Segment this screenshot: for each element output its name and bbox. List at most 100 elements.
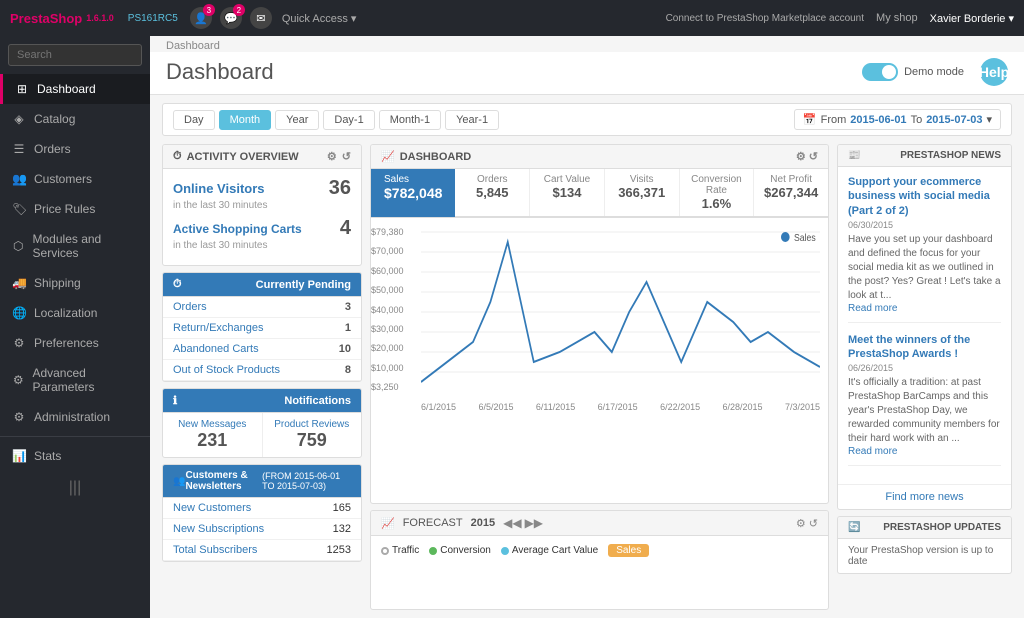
chart-header-label: DASHBOARD (400, 151, 472, 163)
date-tab-month-1[interactable]: Month-1 (379, 110, 441, 130)
news-article-1-readmore[interactable]: Read more (848, 303, 897, 314)
notifications-grid: New Messages 231 Product Reviews 759 (163, 413, 361, 457)
instance-label: PS161RC5 (128, 13, 178, 24)
modules-icon: ⬡ (12, 239, 25, 253)
new-customers-link[interactable]: New Customers (173, 502, 251, 514)
activity-refresh-icon[interactable]: ↺ (342, 150, 351, 163)
chart-refresh-icon[interactable]: ↺ (809, 151, 818, 163)
news-article-2-text: It's officially a tradition: at past Pre… (848, 376, 1001, 446)
connect-marketplace-link[interactable]: Connect to PrestaShop Marketplace accoun… (666, 13, 864, 24)
news-article-2-title[interactable]: Meet the winners of the PrestaShop Award… (848, 333, 1001, 362)
demo-mode-switch[interactable] (862, 63, 898, 81)
messages-icon[interactable]: 💬2 (220, 7, 242, 29)
pending-panel-header: ⏱ Currently Pending (163, 273, 361, 297)
sidebar-item-price-rules[interactable]: 🏷 Price Rules (0, 194, 150, 224)
date-tab-year[interactable]: Year (275, 110, 319, 130)
activity-stats: Online Visitors 36 in the last 30 minute… (163, 169, 361, 265)
date-tab-month[interactable]: Month (219, 110, 272, 130)
date-tab-year-1[interactable]: Year-1 (445, 110, 499, 130)
sidebar-item-customers[interactable]: 👥 Customers (0, 164, 150, 194)
metric-net-profit: Net Profit $267,344 (754, 169, 828, 216)
customers-panel-header: 👥 Customers & Newsletters (FROM 2015-06-… (163, 465, 361, 498)
product-reviews-link[interactable]: Product Reviews (267, 419, 358, 430)
chart-gear-icon[interactable]: ⚙ (796, 151, 806, 163)
x-label-2: 6/5/2015 (478, 402, 513, 412)
date-tab-day-1[interactable]: Day-1 (323, 110, 374, 130)
pending-returns-link[interactable]: Return/Exchanges (173, 322, 264, 334)
total-subscribers-link[interactable]: Total Subscribers (173, 544, 257, 556)
conversion-label: Conversion (440, 545, 491, 556)
my-shop-link[interactable]: My shop (876, 12, 918, 24)
forecast-refresh-icon[interactable]: ↺ (809, 518, 818, 530)
columns: ⏱ ACTIVITY OVERVIEW ⚙ ↺ Online (162, 144, 1012, 610)
forecast-next-icon[interactable]: ▶▶ (525, 516, 543, 530)
chart-metrics: Orders 5,845 Cart Value $134 Visits 366,… (455, 169, 828, 217)
date-range-picker[interactable]: 📅 From 2015-06-01 To 2015-07-03 ▾ (794, 109, 1001, 130)
info-icon: ℹ (173, 394, 177, 407)
search-input[interactable] (8, 44, 142, 66)
middle-column: 📈 DASHBOARD ⚙ ↺ Sales $782,048 (370, 144, 829, 610)
email-icon[interactable]: ✉ (250, 7, 272, 29)
sidebar-item-catalog[interactable]: ◈ Catalog (0, 104, 150, 134)
online-visitors-label[interactable]: Online Visitors (173, 181, 265, 196)
sidebar-item-dashboard[interactable]: ⊞ Dashboard (0, 74, 150, 104)
chart-tab-sales[interactable]: Sales $782,048 (371, 169, 455, 217)
orders-icon[interactable]: 👤3 (190, 7, 212, 29)
logo-shop: Shop (50, 11, 83, 26)
new-messages-link[interactable]: New Messages (167, 419, 258, 430)
new-customers-value: 165 (333, 502, 351, 514)
shopping-carts-label[interactable]: Active Shopping Carts (173, 222, 302, 236)
sidebar-item-modules[interactable]: ⬡ Modules and Services (0, 224, 150, 268)
customers-icon: 👥 (12, 172, 26, 186)
new-messages-cell: New Messages 231 (163, 413, 263, 457)
help-button[interactable]: Help (980, 58, 1008, 86)
sidebar-item-preferences[interactable]: ⚙ Preferences (0, 328, 150, 358)
main-layout: ⊞ Dashboard ◈ Catalog ☰ Orders 👥 Custome… (0, 36, 1024, 618)
dropdown-icon: ▾ (986, 113, 992, 126)
news-article-2-readmore[interactable]: Read more (848, 446, 897, 457)
price-rules-icon: 🏷 (12, 202, 26, 216)
sidebar-label-localization: Localization (34, 306, 97, 320)
pending-orders-link[interactable]: Orders (173, 301, 207, 313)
pending-abandoned-link[interactable]: Abandoned Carts (173, 343, 259, 355)
date-from-label: From (821, 114, 847, 126)
new-subscriptions-link[interactable]: New Subscriptions (173, 523, 264, 535)
sidebar-item-localization[interactable]: 🌐 Localization (0, 298, 150, 328)
new-subscriptions-item: New Subscriptions 132 (163, 519, 361, 540)
sidebar-label-preferences: Preferences (34, 336, 99, 350)
date-tab-day[interactable]: Day (173, 110, 215, 130)
forecast-gear-icon[interactable]: ⚙ (796, 518, 806, 530)
updates-header-label: PRESTASHOP UPDATES (883, 522, 1001, 533)
x-label-7: 7/3/2015 (785, 402, 820, 412)
legend-avg-cart: Average Cart Value (501, 545, 598, 556)
user-menu[interactable]: Xavier Borderie ▾ (930, 12, 1014, 25)
updates-panel-header: 🔄 PRESTASHOP UPDATES (838, 517, 1011, 539)
catalog-icon: ◈ (12, 112, 26, 126)
quick-access-menu[interactable]: Quick Access ▾ (282, 12, 357, 25)
updates-content: Your PrestaShop version is up to date (838, 539, 1011, 573)
forecast-prev-icon[interactable]: ◀◀ (503, 516, 521, 530)
metric-cart-value: Cart Value $134 (530, 169, 605, 216)
content-area: Dashboard Dashboard Demo mode Help Day M… (150, 36, 1024, 618)
date-bar: Day Month Year Day-1 Month-1 Year-1 📅 Fr… (162, 103, 1012, 136)
metric-orders: Orders 5,845 (455, 169, 530, 216)
news-article-1-title[interactable]: Support your ecommerce business with soc… (848, 175, 1001, 218)
shopping-carts-stat: Active Shopping Carts 4 in the last 30 m… (173, 217, 351, 251)
y-label-1: $79,380 (371, 227, 419, 237)
updates-panel: 🔄 PRESTASHOP UPDATES Your PrestaShop ver… (837, 516, 1012, 574)
sidebar-item-advanced[interactable]: ⚙ Advanced Parameters (0, 358, 150, 402)
sidebar-item-stats[interactable]: 📊 Stats (0, 441, 150, 471)
sidebar-collapse-button[interactable]: ||| (0, 471, 150, 505)
pending-outofstock-link[interactable]: Out of Stock Products (173, 364, 280, 376)
x-label-6: 6/28/2015 (723, 402, 763, 412)
y-label-8: $10,000 (371, 363, 419, 373)
forecast-year: 2015 (471, 517, 495, 529)
messages-badge: 2 (233, 4, 245, 16)
sidebar-item-orders[interactable]: ☰ Orders (0, 134, 150, 164)
sidebar-item-shipping[interactable]: 🚚 Shipping (0, 268, 150, 298)
sidebar-item-administration[interactable]: ⚙ Administration (0, 402, 150, 432)
find-more-news-link[interactable]: Find more news (838, 484, 1011, 509)
date-to-label: To (911, 114, 923, 126)
activity-gear-icon[interactable]: ⚙ (327, 150, 337, 163)
y-label-7: $20,000 (371, 343, 419, 353)
